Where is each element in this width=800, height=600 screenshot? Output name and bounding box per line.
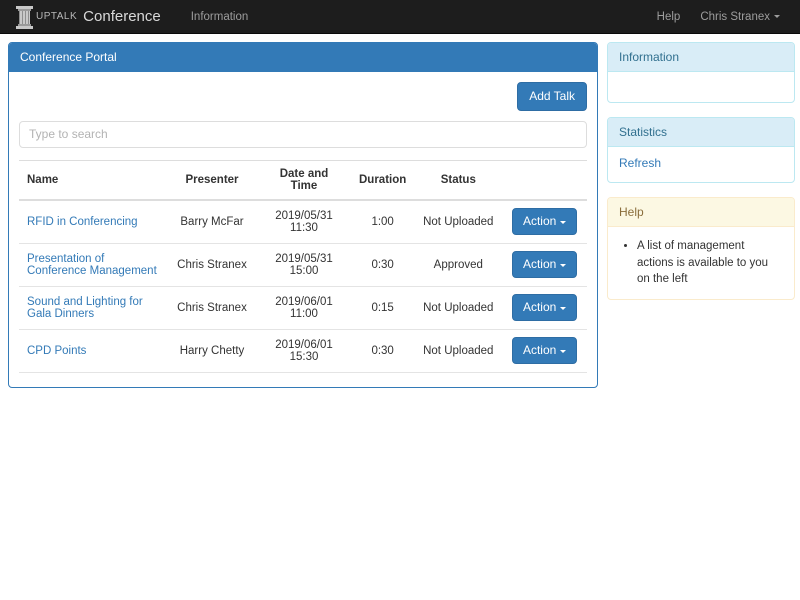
action-dropdown-button[interactable]: Action (511, 337, 578, 365)
column-header-duration[interactable]: Duration (351, 159, 415, 201)
talk-status: Not Uploaded (414, 285, 503, 330)
talk-name-link[interactable]: Sound and Lighting for Gala Dinners (27, 296, 143, 320)
table-row: Sound and Lighting for Gala Dinners Chri… (19, 285, 587, 330)
action-button-label: Action (522, 343, 557, 358)
talk-presenter: Chris Stranex (167, 285, 257, 330)
chevron-down-icon (774, 15, 780, 19)
talk-duration: 1:00 (351, 199, 415, 244)
conference-portal-panel: Conference Portal Add Talk Name Presente… (8, 42, 598, 388)
column-header-actions (502, 159, 587, 201)
talk-status: Not Uploaded (414, 199, 503, 244)
help-panel-body: A list of management actions is availabl… (608, 227, 794, 299)
chevron-down-icon (560, 263, 567, 267)
chevron-down-icon (560, 220, 567, 224)
brand-logo-link[interactable]: UPTALK Conference (16, 5, 161, 29)
statistics-panel-body: Refresh (608, 147, 794, 182)
talk-presenter: Barry McFar (167, 199, 257, 244)
brand-name: Conference (83, 8, 161, 25)
action-button-label: Action (522, 300, 557, 315)
panel-body: Add Talk Name Presenter Date and Time Du… (9, 72, 597, 387)
refresh-statistics-link[interactable]: Refresh (619, 156, 661, 170)
action-dropdown-button[interactable]: Action (511, 251, 578, 279)
talk-duration: 0:30 (351, 328, 415, 373)
brand-prefix: UPTALK (36, 11, 78, 22)
column-header-presenter[interactable]: Presenter (167, 159, 257, 201)
main-column: Conference Portal Add Talk Name Presente… (8, 42, 598, 402)
information-panel-body (608, 72, 794, 102)
user-menu-label: Chris Stranex (700, 11, 770, 23)
column-header-status[interactable]: Status (414, 159, 503, 201)
talk-name-link[interactable]: Presentation of Conference Management (27, 253, 157, 277)
table-row: Presentation of Conference Management Ch… (19, 242, 587, 287)
statistics-panel: Statistics Refresh (607, 117, 795, 183)
talk-name-link[interactable]: CPD Points (27, 345, 86, 357)
user-menu-dropdown[interactable]: Chris Stranex (690, 0, 790, 34)
chevron-down-icon (560, 349, 567, 353)
talks-table: Name Presenter Date and Time Duration St… (19, 159, 587, 373)
action-dropdown-button[interactable]: Action (511, 294, 578, 322)
action-button-label: Action (522, 257, 557, 272)
navbar-right-group: Help Chris Stranex (647, 0, 790, 34)
help-list: A list of management actions is availabl… (619, 238, 783, 288)
help-panel: Help A list of management actions is ava… (607, 197, 795, 301)
sidebar-column: Information Statistics Refresh Help A li… (607, 42, 795, 314)
page-container: Conference Portal Add Talk Name Presente… (0, 34, 800, 402)
top-navbar: UPTALK Conference Information Help Chris… (0, 0, 800, 34)
talk-presenter: Harry Chetty (167, 328, 257, 373)
nav-link-help[interactable]: Help (647, 0, 691, 34)
help-panel-title: Help (608, 198, 794, 227)
toolbar: Add Talk (19, 82, 587, 111)
information-panel-title: Information (608, 43, 794, 72)
table-row: RFID in Conferencing Barry McFar 2019/05… (19, 199, 587, 244)
statistics-panel-title: Statistics (608, 118, 794, 147)
action-button-label: Action (522, 214, 557, 229)
table-row: CPD Points Harry Chetty 2019/06/01 15:30… (19, 328, 587, 373)
information-panel: Information (607, 42, 795, 103)
talk-name-link[interactable]: RFID in Conferencing (27, 216, 138, 228)
action-dropdown-button[interactable]: Action (511, 208, 578, 236)
column-header-name[interactable]: Name (19, 159, 167, 201)
table-body: RFID in Conferencing Barry McFar 2019/05… (19, 199, 587, 373)
nav-link-information[interactable]: Information (181, 0, 259, 34)
talk-datetime: 2019/06/01 15:30 (257, 328, 351, 373)
talk-duration: 0:30 (351, 242, 415, 287)
talk-datetime: 2019/05/31 15:00 (257, 242, 351, 287)
help-list-item: A list of management actions is availabl… (637, 238, 783, 288)
panel-title: Conference Portal (9, 43, 597, 72)
add-talk-button[interactable]: Add Talk (517, 82, 587, 111)
talk-duration: 0:15 (351, 285, 415, 330)
talk-datetime: 2019/06/01 11:00 (257, 285, 351, 330)
talk-status: Approved (414, 242, 503, 287)
talk-presenter: Chris Stranex (167, 242, 257, 287)
table-header: Name Presenter Date and Time Duration St… (19, 159, 587, 201)
talk-status: Not Uploaded (414, 328, 503, 373)
table-header-row: Name Presenter Date and Time Duration St… (19, 159, 587, 201)
talk-datetime: 2019/05/31 11:30 (257, 199, 351, 244)
search-input[interactable] (19, 120, 587, 148)
column-header-datetime[interactable]: Date and Time (257, 159, 351, 201)
chevron-down-icon (560, 306, 567, 310)
column-pillar-icon (16, 5, 33, 29)
